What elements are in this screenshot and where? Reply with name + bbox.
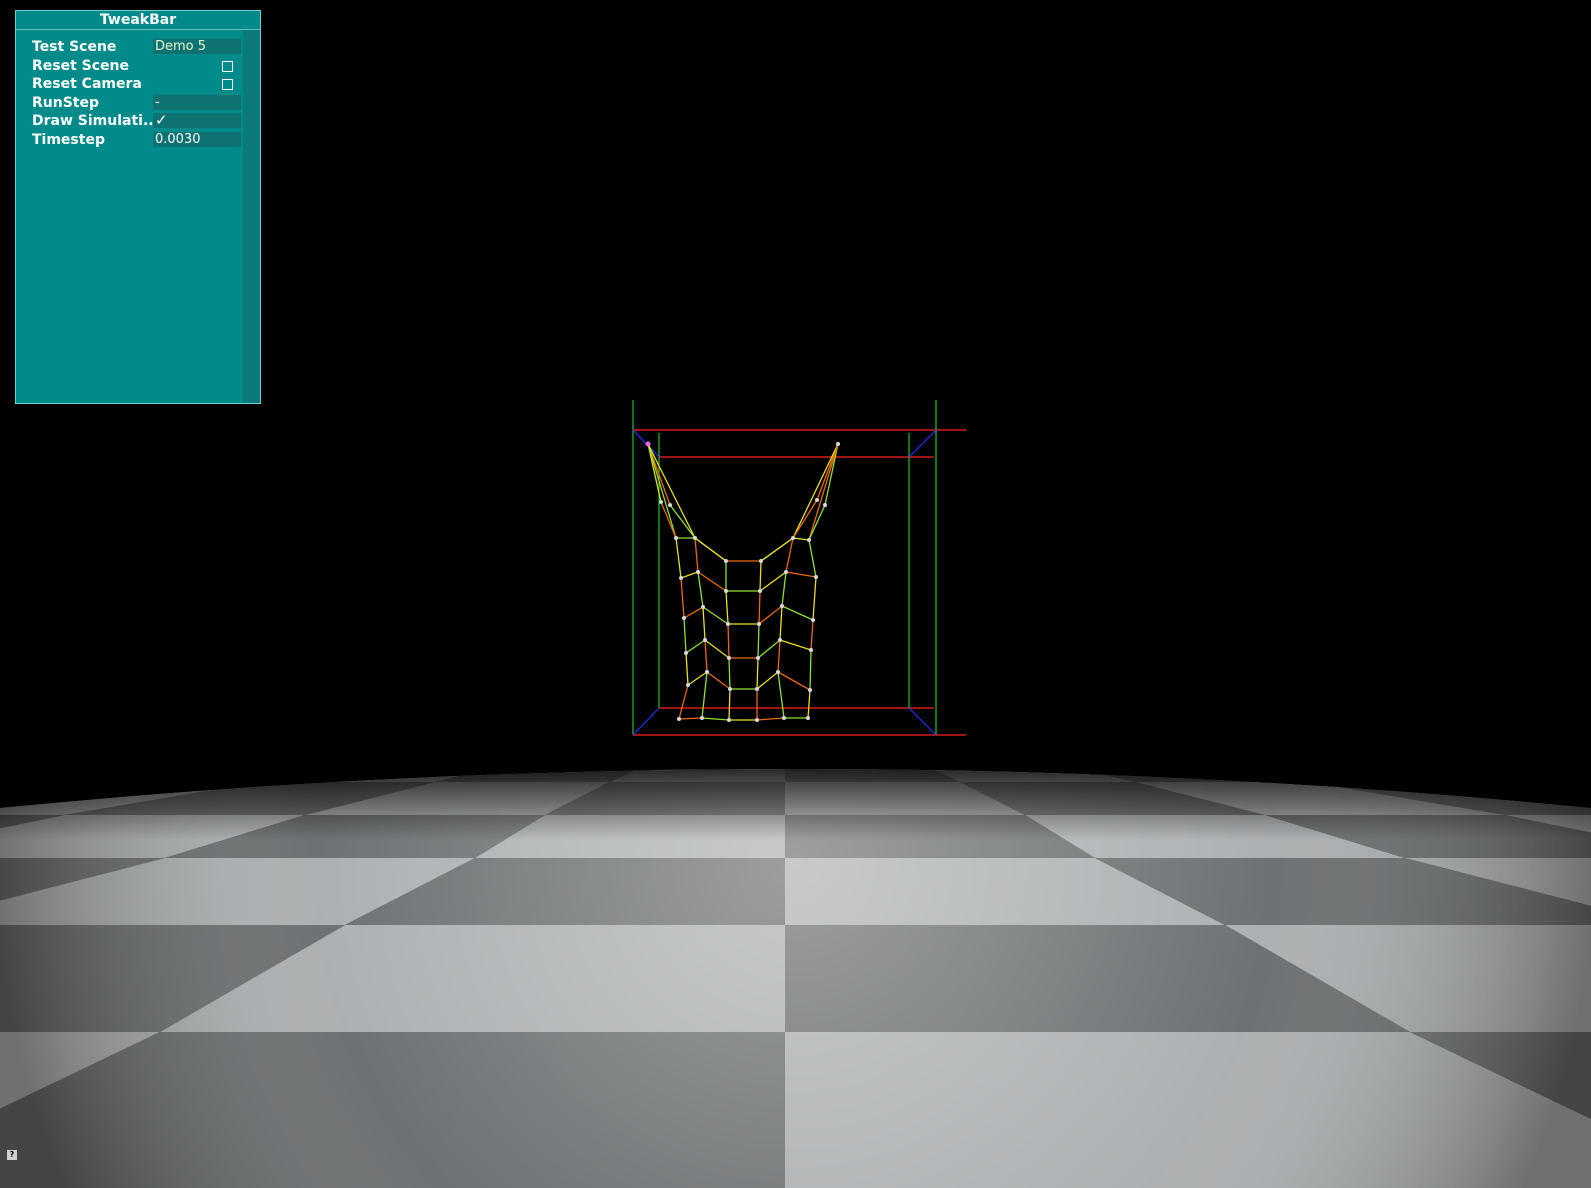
mesh-node [679, 576, 683, 580]
tweakbar-scrollbar[interactable] [243, 30, 260, 403]
mesh-node [677, 717, 681, 721]
mesh-node [780, 604, 784, 608]
mesh-node [703, 638, 707, 642]
mesh-node [836, 442, 840, 446]
draw-simulation-checkbox[interactable]: ✓ [155, 111, 168, 129]
row-reset-camera[interactable]: Reset Camera [16, 75, 244, 94]
mesh-node [776, 670, 780, 674]
mesh-node [728, 687, 732, 691]
mesh-node [705, 670, 709, 674]
mesh-node [724, 589, 728, 593]
help-icon[interactable]: ? [7, 1150, 17, 1160]
mesh-node [726, 622, 730, 626]
mesh-node [674, 536, 678, 540]
timestep-input[interactable]: 0.0030 [153, 131, 241, 147]
mesh-node [701, 605, 705, 609]
mesh-node [811, 618, 815, 622]
mesh-node [815, 498, 819, 502]
timestep-label: Timestep [32, 131, 105, 148]
mesh-node [823, 503, 827, 507]
reset-scene-label: Reset Scene [32, 57, 130, 74]
mesh-node [724, 559, 728, 563]
mesh-node [682, 616, 686, 620]
row-reset-scene[interactable]: Reset Scene [16, 57, 244, 76]
row-timestep[interactable]: Timestep 0.0030 [16, 131, 244, 150]
tweakbar-title[interactable]: TweakBar [16, 11, 260, 30]
mesh-node [808, 688, 812, 692]
anchor-node [645, 441, 651, 447]
reset-camera-button[interactable] [222, 79, 233, 90]
mesh-node [700, 716, 704, 720]
mesh-node [784, 570, 788, 574]
row-runstep[interactable]: RunStep - [16, 94, 244, 113]
mesh-node [791, 536, 795, 540]
tweakbar-panel[interactable]: TweakBar Test Scene Demo 5 Reset Scene R… [15, 10, 261, 404]
mesh-node [778, 638, 782, 642]
draw-simulation-label: Draw Simulati.. [32, 113, 154, 129]
reset-camera-label: Reset Camera [32, 76, 142, 92]
mesh-node [758, 589, 762, 593]
mesh-node [757, 622, 761, 626]
mesh-node [693, 536, 697, 540]
mesh-node [686, 683, 690, 687]
mesh-node [807, 538, 811, 542]
mesh-node [814, 575, 818, 579]
mesh-node [809, 648, 813, 652]
mesh-node [659, 500, 663, 504]
runstep-label: RunStep [32, 94, 100, 111]
mesh-node [755, 718, 759, 722]
mesh-node [782, 716, 786, 720]
runstep-value[interactable]: - [153, 94, 241, 110]
mesh-node [668, 503, 672, 507]
mesh-node [806, 716, 810, 720]
mesh-node [684, 651, 688, 655]
reset-scene-button[interactable] [222, 60, 233, 72]
test-scene-select[interactable]: Demo 5 [153, 39, 241, 54]
mesh-node [727, 718, 731, 722]
mesh-node [756, 656, 760, 660]
row-draw-simulation[interactable]: Draw Simulati.. ✓ [16, 111, 244, 131]
mesh-node [755, 687, 759, 691]
mesh-node [759, 559, 763, 563]
mesh-node [696, 570, 700, 574]
mesh-node [727, 656, 731, 660]
row-test-scene[interactable]: Test Scene Demo 5 [16, 38, 244, 57]
test-scene-label: Test Scene [32, 39, 117, 55]
